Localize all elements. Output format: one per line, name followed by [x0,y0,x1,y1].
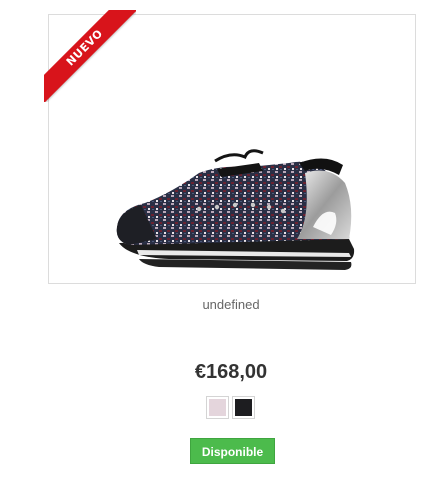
swatch-light-pink-color [209,399,226,416]
availability-badge: Disponible [190,438,275,464]
new-badge: NUEVO [44,10,136,102]
product-name[interactable]: undefined [0,297,441,312]
color-swatches [206,396,255,419]
swatch-black[interactable] [232,396,255,419]
product-card: NUEVO undefined €168,00 Disponible [0,0,441,486]
swatch-black-color [235,399,252,416]
swatch-light-pink[interactable] [206,396,229,419]
product-image[interactable] [99,147,359,273]
product-price: €168,00 [194,361,268,383]
new-badge-label: NUEVO [44,10,136,102]
